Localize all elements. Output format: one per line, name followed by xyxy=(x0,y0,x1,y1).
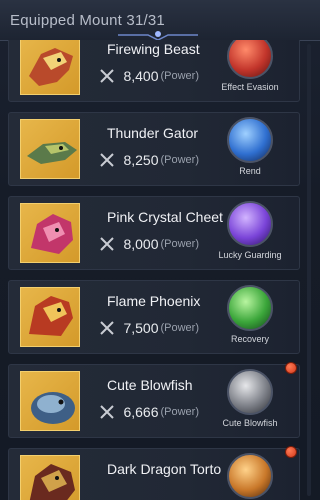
equipped-mount-title: Equipped Mount 31/31 xyxy=(10,12,165,29)
power-value: 7,500 xyxy=(123,319,159,336)
crossed-swords-icon xyxy=(100,153,114,167)
mount-portrait-firewing-beast xyxy=(20,40,80,95)
mount-power: 7,500 (Power) xyxy=(99,319,199,339)
cute-blowfish-skill-icon xyxy=(227,369,273,415)
mount-row-thunder-gator[interactable]: Thunder Gator 8,250 (Power) Rend xyxy=(8,112,300,186)
mount-list[interactable]: Firewing Beast 8,400 (Power) Effect Evasi… xyxy=(0,40,320,500)
scrollbar[interactable] xyxy=(307,44,311,496)
mount-name: Cute Blowfish xyxy=(107,377,193,393)
rend-skill-icon xyxy=(227,117,273,163)
power-label: (Power) xyxy=(160,153,200,166)
mount-name: Pink Crystal Cheet xyxy=(107,209,223,225)
skill-label: Lucky Guarding xyxy=(218,250,282,260)
crossed-swords-icon xyxy=(100,405,114,419)
lucky-guarding-skill-icon xyxy=(227,201,273,247)
mount-row-dark-dragon-tortoise[interactable]: Dark Dragon Torto xyxy=(8,448,300,500)
effect-evasion-skill-icon xyxy=(227,40,273,79)
mount-name: Flame Phoenix xyxy=(107,293,201,309)
mount-row-cute-blowfish[interactable]: Cute Blowfish 6,666 (Power) Cute Blowfish xyxy=(8,364,300,438)
skill-label: Cute Blowfish xyxy=(222,418,278,428)
skill-label: Recovery xyxy=(230,334,269,344)
power-label: (Power) xyxy=(160,405,200,418)
skill-label: Rend xyxy=(239,166,261,176)
power-value: 8,400 xyxy=(123,67,159,84)
mount-power: 8,400 (Power) xyxy=(99,67,199,87)
mount-skill[interactable]: Lucky Guarding xyxy=(215,201,285,265)
mount-skill[interactable]: Cute Blowfish xyxy=(215,369,285,433)
mount-skill[interactable]: Rend xyxy=(215,117,285,181)
notification-dot xyxy=(285,446,297,458)
mount-power: 6,666 (Power) xyxy=(99,403,199,423)
mount-power: 8,000 (Power) xyxy=(99,235,199,255)
mount-power: 8,250 (Power) xyxy=(99,151,199,171)
power-value: 8,250 xyxy=(123,151,159,168)
power-label: (Power) xyxy=(160,321,200,334)
crossed-swords-icon xyxy=(100,69,114,83)
mount-row-firewing-beast[interactable]: Firewing Beast 8,400 (Power) Effect Evasi… xyxy=(8,40,300,102)
crossed-swords-icon xyxy=(100,321,114,335)
notification-dot xyxy=(285,362,297,374)
power-label: (Power) xyxy=(160,69,200,82)
mount-name: Dark Dragon Torto xyxy=(107,461,222,477)
recovery-skill-icon xyxy=(227,285,273,331)
mount-skill[interactable]: Recovery xyxy=(215,285,285,349)
mount-portrait-flame-phoenix xyxy=(20,287,80,347)
power-value: 8,000 xyxy=(123,235,159,252)
mount-skill[interactable]: Effect Evasion xyxy=(215,40,285,97)
crossed-swords-icon xyxy=(100,237,114,251)
mount-portrait-thunder-gator xyxy=(20,119,80,179)
mount-portrait-pink-crystal-cheetah xyxy=(20,203,80,263)
mount-name: Firewing Beast xyxy=(107,41,200,57)
mount-portrait-dark-dragon-tortoise xyxy=(20,455,80,500)
mount-row-flame-phoenix[interactable]: Flame Phoenix 7,500 (Power) Recovery xyxy=(8,280,300,354)
power-label: (Power) xyxy=(160,237,200,250)
panel-header: Equipped Mount 31/31 xyxy=(0,0,320,41)
mount-name: Thunder Gator xyxy=(107,125,199,141)
fire-skill-icon xyxy=(227,453,273,499)
mount-skill[interactable] xyxy=(215,453,285,500)
skill-label: Effect Evasion xyxy=(221,82,279,92)
mount-row-pink-crystal-cheetah[interactable]: Pink Crystal Cheet 8,000 (Power) Lucky Gu… xyxy=(8,196,300,270)
mount-portrait-cute-blowfish xyxy=(20,371,80,431)
power-value: 6,666 xyxy=(123,403,159,420)
